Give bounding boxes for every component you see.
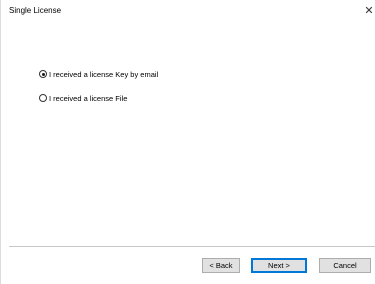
option-license-file[interactable]: I received a license File: [39, 91, 158, 105]
window-title: Single License: [9, 6, 62, 15]
option-license-file-label: I received a license File: [49, 93, 128, 103]
license-options: I received a license Key by email I rece…: [39, 67, 158, 115]
footer-separator: [9, 246, 375, 247]
license-dialog: Single License ✕ I received a license Ke…: [0, 0, 375, 284]
option-license-key-label: I received a license Key by email: [49, 69, 159, 79]
radio-license-key-icon[interactable]: [39, 70, 47, 78]
radio-license-file-icon[interactable]: [39, 94, 47, 102]
cancel-button[interactable]: Cancel: [319, 258, 371, 273]
close-icon[interactable]: ✕: [362, 2, 375, 20]
title-bar: Single License ✕: [1, 0, 375, 24]
back-button[interactable]: < Back: [202, 258, 240, 273]
option-license-key-email[interactable]: I received a license Key by email: [39, 67, 158, 81]
next-button[interactable]: Next >: [251, 258, 307, 273]
